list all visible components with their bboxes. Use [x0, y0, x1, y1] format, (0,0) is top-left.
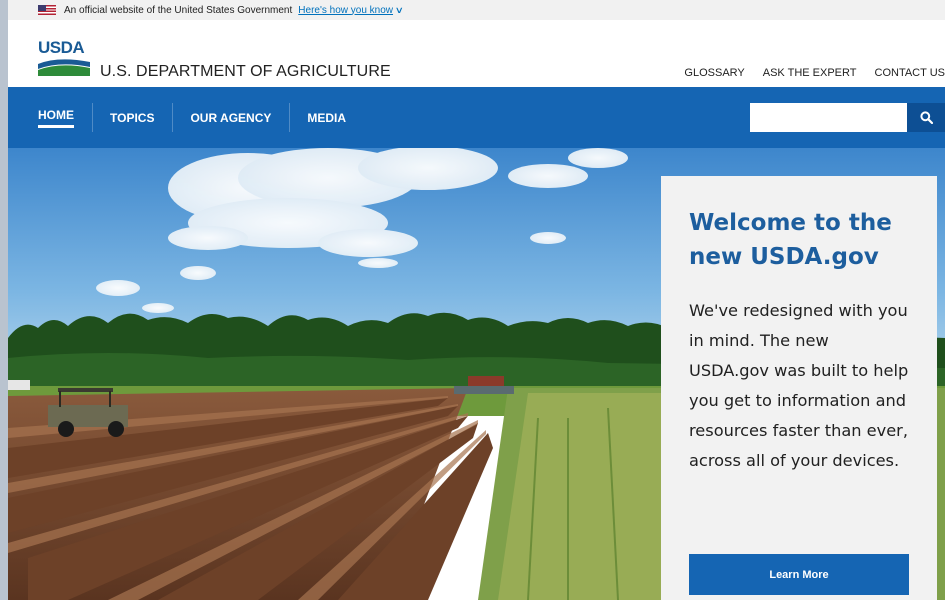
- usda-logo-text: USDA: [38, 38, 85, 57]
- learn-more-button[interactable]: Learn More: [689, 554, 909, 595]
- usda-swoosh-icon: [38, 59, 90, 76]
- us-flag-icon: [38, 5, 56, 15]
- nav-home-label: HOME: [38, 108, 74, 128]
- welcome-panel: Welcome to the new USDA.gov We've redesi…: [661, 176, 937, 600]
- gov-banner: An official website of the United States…: [8, 0, 945, 20]
- contact-us-link[interactable]: CONTACT US: [875, 67, 945, 79]
- welcome-title: Welcome to the new USDA.gov: [689, 210, 892, 270]
- ask-the-expert-link[interactable]: ASK THE EXPERT: [763, 67, 857, 79]
- utility-nav: GLOSSARY ASK THE EXPERT CONTACT US: [684, 67, 945, 79]
- main-nav: HOME TOPICS OUR AGENCY MEDIA: [8, 87, 945, 148]
- heres-how-you-know-link[interactable]: Here's how you know: [298, 5, 393, 16]
- chevron-down-icon[interactable]: ∨: [395, 5, 404, 16]
- nav-our-agency-label: OUR AGENCY: [190, 110, 272, 125]
- search-input[interactable]: [750, 103, 907, 132]
- welcome-body: We've redesigned with you in mind. The n…: [689, 301, 909, 470]
- department-name: U.S. DEPARTMENT OF AGRICULTURE: [100, 63, 391, 80]
- hero-section: Welcome to the new USDA.gov We've redesi…: [8, 148, 945, 600]
- search-form: [750, 103, 945, 132]
- gov-banner-text: An official website of the United States…: [64, 4, 293, 16]
- nav-our-agency[interactable]: OUR AGENCY: [172, 87, 289, 148]
- nav-media[interactable]: MEDIA: [289, 87, 364, 148]
- site-header: USDA U.S. DEPARTMENT OF AGRICULTURE GLOS…: [8, 20, 945, 87]
- search-button[interactable]: [907, 103, 945, 132]
- glossary-link[interactable]: GLOSSARY: [684, 67, 744, 79]
- nav-topics-label: TOPICS: [110, 110, 155, 125]
- nav-media-label: MEDIA: [307, 110, 347, 125]
- nav-home[interactable]: HOME: [38, 87, 92, 148]
- browser-viewport: An official website of the United States…: [8, 0, 945, 600]
- nav-topics[interactable]: TOPICS: [92, 87, 172, 148]
- usda-logo[interactable]: USDA: [38, 38, 90, 76]
- search-icon: [919, 111, 933, 124]
